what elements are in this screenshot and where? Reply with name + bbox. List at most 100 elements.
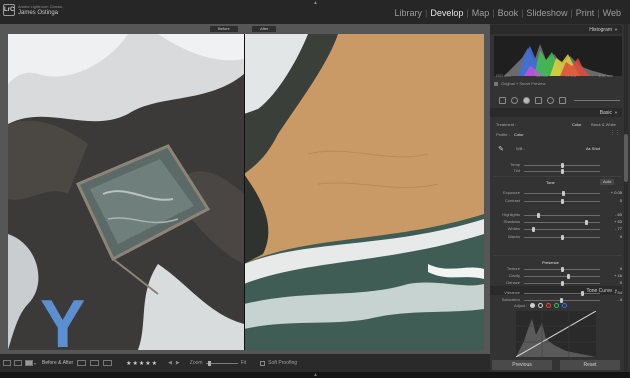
clarity-slider-knob[interactable] <box>567 274 570 279</box>
previous-button[interactable]: Previous <box>492 360 552 370</box>
exposure-label: Exposure <box>503 190 520 195</box>
texture-slider-knob[interactable] <box>561 267 564 272</box>
profile-browser-icon[interactable]: ⋮⋮ <box>610 130 620 136</box>
temp-slider[interactable] <box>524 163 600 168</box>
vibrance-slider-knob[interactable] <box>581 291 584 296</box>
histogram-graph[interactable] <box>494 36 622 76</box>
module-slideshow[interactable]: Slideshow <box>523 8 570 18</box>
presence-label: Presence <box>542 260 559 265</box>
shadows-slider[interactable] <box>524 220 600 225</box>
rgb-channel-icon[interactable] <box>530 302 536 308</box>
treatment-color-option[interactable]: Color <box>572 122 582 127</box>
clarity-slider[interactable] <box>524 274 600 279</box>
chevron-down-icon[interactable]: ▾ <box>34 361 36 366</box>
blacks-slider-knob[interactable] <box>561 235 564 240</box>
module-map[interactable]: Map <box>469 8 493 18</box>
highlights-slider-knob[interactable] <box>537 213 540 218</box>
crop-tool-icon[interactable] <box>499 96 506 104</box>
module-web[interactable]: Web <box>600 8 624 18</box>
swap-before-after-button[interactable] <box>103 360 113 366</box>
exposure-slider[interactable] <box>524 191 600 196</box>
copy-before-to-after-button[interactable] <box>77 360 87 366</box>
whites-slider-knob[interactable] <box>532 227 535 232</box>
tone-curve-graph[interactable] <box>516 311 596 357</box>
saturation-slider-knob[interactable] <box>560 298 563 303</box>
shadows-value[interactable]: + 63 <box>602 219 622 224</box>
red-channel-icon[interactable] <box>546 302 552 308</box>
module-print[interactable]: Print <box>573 8 598 18</box>
zoom-slider-knob[interactable] <box>207 360 211 366</box>
zoom-label: Zoom <box>189 360 203 366</box>
wb-dropdown[interactable]: As Shot <box>586 146 600 151</box>
before-label: Before <box>210 26 238 32</box>
red-eye-tool-icon[interactable] <box>523 96 530 104</box>
soft-proofing-checkbox[interactable] <box>260 360 266 366</box>
whites-slider[interactable] <box>524 227 600 232</box>
collapse-top-panel-icon[interactable]: ▲ <box>313 0 318 6</box>
chevron-down-icon: ▼ <box>614 27 618 32</box>
vibrance-label: Vibrance <box>504 290 520 295</box>
profile-dropdown[interactable]: Color <box>514 132 524 137</box>
contrast-value[interactable]: 0 <box>602 198 622 203</box>
tint-slider[interactable] <box>524 169 600 174</box>
before-after-divider[interactable] <box>244 34 245 350</box>
develop-tool-strip <box>494 94 622 106</box>
radial-filter-icon[interactable] <box>547 96 554 104</box>
treatment-bw-option[interactable]: Black & White <box>591 122 616 127</box>
loupe-view-button[interactable] <box>3 360 11 366</box>
texture-value[interactable]: 0 <box>602 266 622 271</box>
next-photo-icon[interactable]: ▶ <box>176 360 180 366</box>
vibrance-value[interactable]: + 54 <box>602 290 622 295</box>
dehaze-slider-knob[interactable] <box>561 281 564 286</box>
smart-preview-icon <box>494 81 498 86</box>
spot-removal-tool-icon[interactable] <box>511 96 518 104</box>
shadows-slider-knob[interactable] <box>585 220 588 225</box>
texture-slider[interactable] <box>524 267 600 272</box>
saturation-value[interactable]: - 4 <box>602 297 622 302</box>
compare-view-button[interactable] <box>14 360 22 366</box>
chevron-down-icon: ▼ <box>614 110 618 115</box>
soft-proofing-toggle[interactable]: Soft Proofing <box>260 360 297 366</box>
highlights-slider[interactable] <box>524 213 600 218</box>
point-curve-icon[interactable] <box>538 302 544 308</box>
clarity-value[interactable]: + 16 <box>602 273 622 278</box>
saturation-slider[interactable] <box>524 298 600 303</box>
expand-filmstrip-icon[interactable]: ▲ <box>313 372 318 378</box>
exposure-slider-knob[interactable] <box>562 191 565 196</box>
blacks-value[interactable]: 0 <box>602 234 622 239</box>
copy-after-to-before-button[interactable] <box>90 360 100 366</box>
white-balance-eyedropper-icon[interactable]: ✎ <box>498 145 504 153</box>
module-develop[interactable]: Develop <box>427 8 466 18</box>
contrast-slider-knob[interactable] <box>561 199 564 204</box>
before-after-view-button[interactable] <box>25 360 33 366</box>
basic-header[interactable]: Basic ▼ <box>490 108 622 117</box>
previous-photo-icon[interactable]: ◀ <box>168 360 172 366</box>
green-channel-icon[interactable] <box>554 302 560 308</box>
zoom-slider[interactable] <box>205 360 238 366</box>
graduated-filter-icon[interactable] <box>535 96 542 104</box>
contrast-slider[interactable] <box>524 199 600 204</box>
adjustment-brush-icon[interactable] <box>559 96 566 104</box>
highlights-value[interactable]: - 63 <box>602 212 622 217</box>
tint-slider-knob[interactable] <box>561 169 564 174</box>
temp-slider-knob[interactable] <box>561 163 564 168</box>
panel-scrollbar-thumb[interactable] <box>624 134 628 182</box>
dehaze-value[interactable]: 0 <box>602 280 622 285</box>
treatment-label: Treatment : <box>496 122 517 127</box>
vibrance-slider[interactable] <box>524 291 600 296</box>
whites-value[interactable]: - 77 <box>602 226 622 231</box>
panel-scrollbar[interactable] <box>624 24 628 372</box>
blacks-slider[interactable] <box>524 235 600 240</box>
tone-curve-channel-row: Adjust : <box>494 301 622 309</box>
dehaze-slider[interactable] <box>524 281 600 286</box>
texture-label: Texture <box>506 266 520 271</box>
tool-amount-slider[interactable] <box>574 99 620 101</box>
star-rating[interactable]: ★★★★★ <box>126 360 158 367</box>
auto-tone-button[interactable]: Auto <box>600 179 615 185</box>
blue-channel-icon[interactable] <box>562 302 568 308</box>
histogram-header[interactable]: Histogram ▼ <box>490 25 622 34</box>
module-book[interactable]: Book <box>495 8 522 18</box>
reset-button[interactable]: Reset <box>560 360 620 370</box>
exposure-value[interactable]: + 0.05 <box>602 190 622 195</box>
module-library[interactable]: Library <box>391 8 425 18</box>
